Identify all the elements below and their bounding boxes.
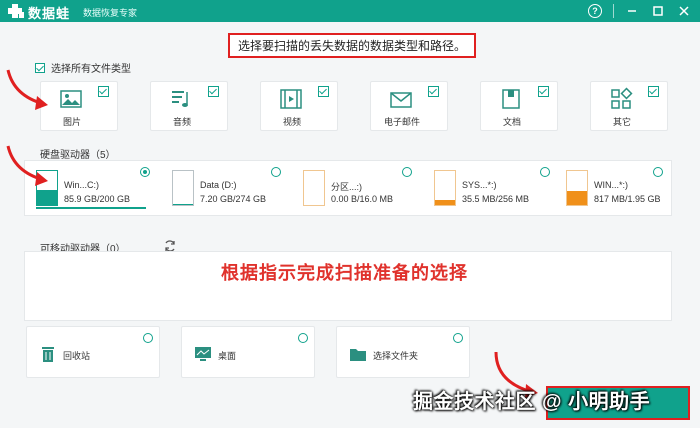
drive-icon: [434, 170, 456, 206]
drive-icon: [36, 170, 58, 206]
window-controls: ?: [587, 2, 692, 20]
desktop-icon: [195, 347, 211, 361]
drive-icon: [303, 170, 325, 206]
location-desktop[interactable]: 桌面: [181, 326, 315, 378]
type-card-other[interactable]: 其它: [590, 81, 668, 131]
location-label: 回收站: [63, 351, 91, 361]
type-checkbox[interactable]: [208, 86, 219, 97]
drive-name: Data (D:): [200, 180, 237, 190]
separator: [613, 4, 614, 18]
drive-usage-fill: [37, 190, 57, 205]
drive-size: 0.00 B/16.0 MB: [331, 194, 394, 204]
annotation-note: 根据指示完成扫描准备的选择: [221, 263, 468, 283]
help-icon[interactable]: ?: [587, 3, 603, 19]
watermark-text: 掘金技术社区 @ 小明助手: [413, 391, 651, 413]
location-radio[interactable]: [143, 333, 153, 343]
select-all-types-checkbox[interactable]: 选择所有文件类型: [35, 60, 131, 75]
type-card-email[interactable]: 电子邮件: [370, 81, 448, 131]
drive-size: 7.20 GB/274 GB: [200, 194, 267, 204]
app-name: 数据蛙: [28, 6, 71, 21]
checkbox-icon[interactable]: [35, 62, 45, 73]
maximize-icon[interactable]: [650, 3, 666, 19]
drive-radio[interactable]: [140, 167, 150, 177]
hard-drives-title: 硬盘驱动器（5）: [40, 150, 116, 161]
drive-radio[interactable]: [653, 167, 663, 177]
close-icon[interactable]: [676, 3, 692, 19]
drive-usage-fill: [567, 190, 587, 205]
location-choose-folder[interactable]: 选择文件夹: [336, 326, 470, 378]
music-icon: [172, 91, 188, 107]
trash-icon: [42, 347, 54, 362]
type-card-image[interactable]: 图片: [40, 81, 118, 131]
drive-d[interactable]: Data (D:) 7.20 GB/274 GB: [172, 170, 282, 212]
drive-icon: [172, 170, 194, 206]
selected-underline: [36, 207, 146, 209]
type-checkbox[interactable]: [428, 86, 439, 97]
drive-size: 85.9 GB/200 GB: [64, 194, 131, 204]
image-icon: [60, 90, 82, 108]
minimize-icon[interactable]: [624, 3, 640, 19]
location-radio[interactable]: [298, 333, 308, 343]
app-logo-icon: [8, 4, 24, 18]
other-icon: [611, 87, 633, 109]
type-label: 图片: [62, 117, 81, 127]
type-checkbox[interactable]: [538, 86, 549, 97]
location-radio[interactable]: [453, 333, 463, 343]
type-label: 文档: [502, 117, 521, 127]
video-icon: [280, 89, 302, 109]
type-checkbox[interactable]: [98, 86, 109, 97]
drive-name: Win...C:): [64, 180, 99, 190]
drive-icon: [566, 170, 588, 206]
instruction-banner: 选择要扫描的丢失数据的数据类型和路径。: [228, 33, 476, 58]
drive-radio[interactable]: [271, 167, 281, 177]
drive-size: 817 MB/1.95 GB: [594, 194, 661, 204]
location-label: 选择文件夹: [373, 351, 419, 361]
type-label: 音频: [172, 117, 191, 127]
document-icon: [502, 89, 520, 109]
type-checkbox[interactable]: [648, 86, 659, 97]
drive-name: WIN...*:): [594, 180, 628, 190]
select-all-label: 选择所有文件类型: [51, 64, 131, 75]
drive-name: SYS...*:): [462, 180, 497, 190]
app-subtitle: 数据恢复专家: [83, 8, 138, 18]
drive-radio[interactable]: [540, 167, 550, 177]
type-card-document[interactable]: 文档: [480, 81, 558, 131]
type-label: 视频: [282, 117, 301, 127]
drive-usage-fill: [173, 203, 193, 205]
type-checkbox[interactable]: [318, 86, 329, 97]
type-label: 电子邮件: [383, 117, 420, 127]
type-label: 其它: [612, 117, 631, 127]
drive-partition[interactable]: 分区...:) 0.00 B/16.0 MB: [303, 170, 413, 212]
drive-usage-fill: [435, 200, 455, 205]
drive-c[interactable]: Win...C:) 85.9 GB/200 GB: [36, 170, 156, 212]
type-card-video[interactable]: 视频: [260, 81, 338, 131]
drive-size: 35.5 MB/256 MB: [462, 194, 530, 204]
type-card-audio[interactable]: 音频: [150, 81, 228, 131]
mail-icon: [390, 92, 412, 108]
folder-icon: [350, 349, 366, 361]
app-window: 数据蛙 数据恢复专家 ? 选择要扫描的丢失数据的数据类型和路径。 选择所有文件类…: [0, 0, 700, 428]
title-bar: 数据蛙 数据恢复专家 ?: [0, 0, 700, 22]
location-label: 桌面: [218, 351, 237, 361]
drive-name: 分区...:): [331, 182, 362, 192]
drive-radio[interactable]: [402, 167, 412, 177]
drive-sys[interactable]: SYS...*:) 35.5 MB/256 MB: [434, 170, 544, 212]
location-recycle-bin[interactable]: 回收站: [26, 326, 160, 378]
